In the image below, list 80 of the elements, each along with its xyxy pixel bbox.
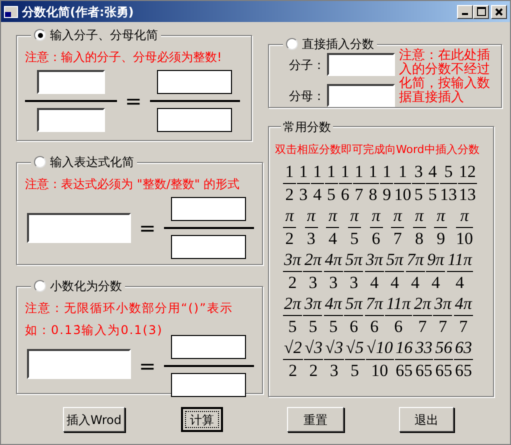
fraction-item[interactable]: π 5 [348, 206, 361, 249]
input-field[interactable] [27, 213, 131, 243]
fraction-item[interactable]: 11π 6 [385, 294, 412, 337]
fraction-item[interactable]: 3π 4 [364, 250, 384, 293]
app-icon [4, 6, 18, 18]
fraction-item[interactable]: π 3 [304, 206, 318, 249]
fraction-item[interactable]: 5π 3 [344, 250, 364, 293]
input-field[interactable] [27, 349, 131, 379]
minimize-icon [462, 13, 468, 15]
input-field[interactable] [171, 197, 246, 221]
fraction-item[interactable]: π 7 [391, 206, 404, 249]
hint-text: 双击相应分数即可完成向Word中插入分数 [275, 142, 480, 158]
fraction-item[interactable]: 63 65 [454, 338, 473, 381]
fraction-item[interactable]: √3 3 [324, 338, 344, 381]
fraction-item[interactable]: 4π 7 [454, 294, 473, 337]
fraction-item[interactable]: 4π 3 [324, 250, 343, 293]
field-label: 分母： [289, 88, 326, 104]
fraction-item[interactable]: π 2 [283, 206, 296, 249]
close-button[interactable] [491, 4, 507, 18]
warning-note: 如：0.13̇输入为0.1(3) [25, 322, 164, 339]
fraction-item[interactable]: 2π 3 [303, 250, 322, 293]
fraction-item[interactable]: π 10 [456, 206, 473, 249]
fraction-item[interactable]: 9π 4 [426, 250, 446, 293]
input-field[interactable] [327, 53, 395, 76]
action-button[interactable]: 退出 [399, 407, 454, 432]
fraction-item[interactable]: 5π 6 [344, 294, 364, 337]
fraction-item[interactable]: 2π 5 [283, 294, 302, 337]
fraction-item[interactable]: 33 65 [414, 338, 434, 381]
option-label: 输入分子、分母化简 [50, 27, 158, 44]
fraction-item[interactable]: 16 65 [394, 338, 414, 381]
fraction-item[interactable]: 2π 7 [412, 294, 432, 337]
warning-note: 注意：输入的分子、分母必须为整数! [25, 49, 223, 66]
fraction-item[interactable]: 3π 5 [303, 294, 322, 337]
input-field[interactable] [171, 235, 246, 259]
input-field[interactable] [157, 70, 232, 94]
fraction-item[interactable]: 3π 2 [283, 250, 302, 293]
action-button[interactable]: 重置 [287, 407, 344, 432]
input-field[interactable] [157, 108, 232, 132]
fraction-item[interactable]: 4π 5 [324, 294, 343, 337]
input-field[interactable] [37, 108, 105, 132]
minimize-button[interactable] [457, 4, 473, 18]
fraction-item[interactable]: 7π 6 [364, 294, 384, 337]
radio-button[interactable] [34, 280, 46, 292]
fraction-item[interactable]: π 6 [370, 206, 382, 249]
fraction-item[interactable]: π 8 [412, 206, 426, 249]
fraction-item[interactable]: π 9 [434, 206, 448, 249]
fraction-item[interactable]: √3 2 [304, 338, 324, 381]
fraction-item[interactable]: √2 2 [283, 338, 303, 381]
maximize-icon [476, 7, 486, 16]
window-title: 分数化简(作者:张勇) [22, 4, 134, 20]
warning-note: 注意：无限循环小数部分用“()”表示 [25, 300, 234, 317]
option-label: 输入表达式化简 [50, 154, 134, 171]
fraction-item[interactable]: 5π 4 [385, 250, 404, 293]
input-field[interactable] [171, 335, 246, 359]
group-title: 常用分数 [281, 120, 333, 134]
warning-note: 注意：在此处插入的分数不经过化简，按输入数据直接插入 [399, 49, 491, 107]
action-button[interactable]: 插入Wrod [63, 407, 125, 432]
equals-sign: = [139, 218, 156, 238]
fraction-item[interactable]: √5 5 [344, 338, 365, 381]
fraction-item[interactable]: 11π 4 [446, 250, 473, 293]
equals-sign: = [125, 91, 142, 111]
option-label: 直接插入分数 [302, 36, 374, 53]
fraction-item[interactable]: 56 65 [434, 338, 454, 381]
fraction-item[interactable]: π 4 [326, 206, 340, 249]
radio-button[interactable] [34, 156, 46, 168]
fraction-item[interactable]: √10 10 [366, 338, 394, 381]
option-label: 小数化为分数 [50, 278, 122, 295]
input-field[interactable] [37, 70, 105, 94]
radio-button[interactable] [34, 29, 46, 41]
maximize-button[interactable] [473, 4, 489, 18]
close-icon [495, 8, 503, 16]
fraction-item[interactable]: 3π 7 [433, 294, 452, 337]
warning-note: 注意：表达式必须为 "整数/整数" 的形式 [25, 176, 241, 193]
input-field[interactable] [327, 84, 395, 107]
fraction-item[interactable]: 7π 4 [406, 250, 425, 293]
radio-button[interactable] [286, 38, 298, 50]
equals-sign: = [139, 356, 156, 376]
action-button[interactable]: 计算 [181, 407, 223, 432]
input-field[interactable] [171, 373, 246, 397]
field-label: 分子： [289, 56, 326, 74]
